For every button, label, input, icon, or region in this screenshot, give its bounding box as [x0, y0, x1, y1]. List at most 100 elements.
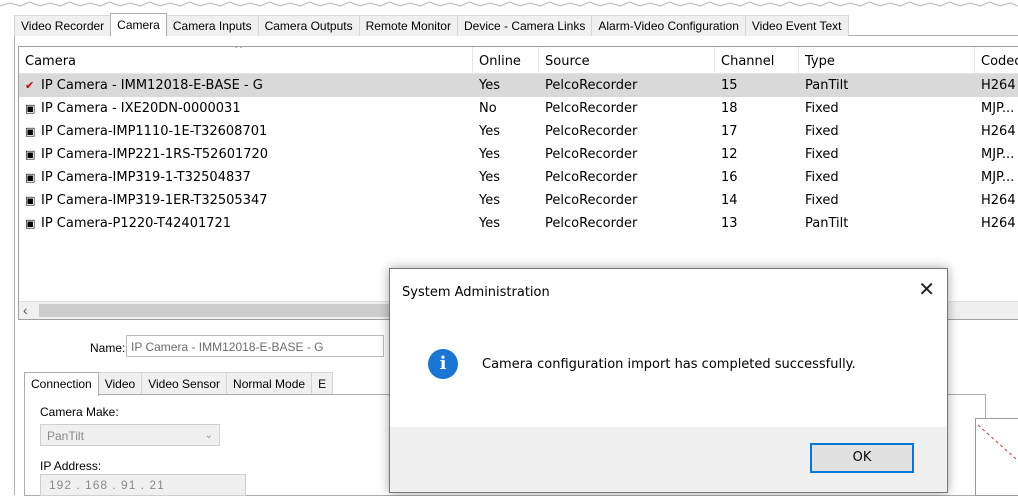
grid-header: Camera ^ Online Source Channel Type Code… [19, 47, 1018, 74]
sort-ascending-icon: ^ [234, 46, 244, 56]
grid-body: ✔ IP Camera - IMM12018-E-BASE - G Yes Pelco… [19, 74, 1018, 235]
table-cell-online: Yes [473, 189, 539, 212]
camera-icon: ▣ [25, 217, 36, 230]
table-cell-type: PanTilt [799, 212, 975, 235]
table-cell-type: Fixed [799, 97, 975, 120]
table-cell-camera: ▣ IP Camera - IXE20DN-0000031 [19, 97, 473, 120]
cell-text: PelcoRecorder [545, 78, 638, 93]
cell-text: 15 [721, 78, 738, 93]
tab-video-sensor[interactable]: Video Sensor [141, 372, 228, 394]
ip-address-field[interactable]: 192 . 168 . 91 . 21 [40, 474, 246, 496]
table-cell-type: Fixed [799, 189, 975, 212]
tab-camera-outputs[interactable]: Camera Outputs [257, 15, 360, 36]
table-row[interactable]: ▣ IP Camera-IMP221-1RS-T52601720 Yes PelcoR… [19, 143, 1018, 166]
cell-text: 16 [721, 170, 738, 185]
camera-icon: ▣ [25, 148, 36, 161]
table-row[interactable]: ▣ IP Camera-IMP319-1-T32504837 Yes PelcoRec… [19, 166, 1018, 189]
cell-text: Yes [479, 193, 500, 208]
ip-address-label: IP Address: [40, 459, 102, 473]
tab-connection[interactable]: Connection [24, 372, 99, 396]
table-row[interactable]: ▣ IP Camera-IMP1110-1E-T32608701 Yes PelcoR… [19, 120, 1018, 143]
tab-video-event-text[interactable]: Video Event Text [744, 15, 849, 36]
cell-text: 17 [721, 124, 738, 139]
cell-text: PanTilt [805, 216, 849, 231]
table-cell-camera: ▣ IP Camera-IMP1110-1E-T32608701 [19, 120, 473, 143]
tab-video-recorder[interactable]: Video Recorder [14, 15, 112, 36]
tab-camera-inputs[interactable]: Camera Inputs [165, 15, 259, 36]
checked-camera-icon: ✔ [25, 79, 35, 92]
tab-video[interactable]: Video [97, 372, 143, 394]
chevron-down-icon: ⌄ [204, 430, 213, 441]
cell-text: Yes [479, 124, 500, 139]
cell-text: MJP... [981, 101, 1015, 116]
camera-make-select[interactable]: PanTilt ⌄ [40, 424, 220, 446]
table-cell-source: PelcoRecorder [539, 120, 715, 143]
cell-text: PelcoRecorder [545, 193, 638, 208]
close-icon[interactable]: ✕ [918, 277, 935, 301]
column-header-source[interactable]: Source [539, 47, 715, 73]
ok-button[interactable]: OK [810, 443, 914, 473]
cell-text: PelcoRecorder [545, 101, 638, 116]
cell-text: Fixed [805, 193, 839, 208]
cell-text: PelcoRecorder [545, 124, 638, 139]
camera-icon: ▣ [25, 171, 36, 184]
table-cell-codec: H264 [975, 189, 1018, 212]
column-header-online[interactable]: Online [473, 47, 539, 73]
cell-text: IP Camera-P1220-T42401721 [41, 216, 232, 231]
cell-text: PelcoRecorder [545, 216, 638, 231]
name-field[interactable]: IP Camera - IMM12018-E-BASE - G [126, 335, 384, 357]
table-row[interactable]: ▣ IP Camera-P1220-T42401721 Yes PelcoRecord… [19, 212, 1018, 235]
table-cell-codec: H264 [975, 120, 1018, 143]
table-cell-codec: MJP... [975, 143, 1018, 166]
tab-device-camera-links[interactable]: Device - Camera Links [456, 15, 593, 36]
column-header-channel[interactable]: Channel [715, 47, 799, 73]
tab-normal-mode[interactable]: Normal Mode [226, 372, 313, 394]
scrollbar-thumb[interactable] [39, 304, 389, 317]
camera-icon: ▣ [25, 125, 36, 138]
table-row[interactable]: ✔ IP Camera - IMM12018-E-BASE - G Yes Pelco… [19, 74, 1018, 97]
cell-text: MJP... [981, 170, 1015, 185]
cell-text: Yes [479, 78, 500, 93]
tab-remote-monitor[interactable]: Remote Monitor [358, 15, 458, 36]
table-cell-online: Yes [473, 212, 539, 235]
table-row[interactable]: ▣ IP Camera-IMP319-1ER-T32505347 Yes PelcoR… [19, 189, 1018, 212]
column-header-codec[interactable]: Codec [975, 47, 1018, 73]
table-cell-channel: 15 [715, 74, 799, 97]
cell-text: Yes [479, 216, 500, 231]
cell-text: Fixed [805, 147, 839, 162]
torn-edge-top [0, 0, 1018, 10]
table-cell-channel: 16 [715, 166, 799, 189]
table-cell-camera: ▣ IP Camera-IMP319-1-T32504837 [19, 166, 473, 189]
cell-text: 18 [721, 101, 738, 116]
column-header-type[interactable]: Type [799, 47, 975, 73]
table-cell-channel: 18 [715, 97, 799, 120]
column-header-camera[interactable]: Camera [19, 47, 473, 73]
table-cell-online: Yes [473, 143, 539, 166]
table-cell-source: PelcoRecorder [539, 74, 715, 97]
table-cell-online: Yes [473, 74, 539, 97]
cell-text: H264 [981, 78, 1016, 93]
tab-camera[interactable]: Camera [110, 13, 167, 36]
table-cell-source: PelcoRecorder [539, 212, 715, 235]
cell-text: IP Camera-IMP319-1ER-T32505347 [41, 193, 268, 208]
cell-text: MJP... [981, 147, 1015, 162]
camera-make-label: Camera Make: [40, 405, 119, 419]
cell-text: 12 [721, 147, 738, 162]
table-cell-codec: H264 [975, 212, 1018, 235]
table-cell-codec: H264 [975, 74, 1018, 97]
table-row[interactable]: ▣ IP Camera - IXE20DN-0000031 No PelcoRecor… [19, 97, 1018, 120]
tab-truncated[interactable]: E [311, 372, 334, 394]
cell-text: 14 [721, 193, 738, 208]
camera-icon: ▣ [25, 102, 36, 115]
tab-alarm-video-configuration[interactable]: Alarm-Video Configuration [591, 15, 746, 36]
name-label: Name: [90, 341, 126, 355]
table-cell-codec: MJP... [975, 166, 1018, 189]
scroll-left-icon[interactable]: ‹ [23, 302, 28, 319]
table-cell-channel: 13 [715, 212, 799, 235]
cell-text: Fixed [805, 124, 839, 139]
cell-text: Fixed [805, 101, 839, 116]
cell-text: Fixed [805, 170, 839, 185]
table-cell-camera: ▣ IP Camera-IMP319-1ER-T32505347 [19, 189, 473, 212]
cell-text: PanTilt [805, 78, 849, 93]
table-cell-online: Yes [473, 120, 539, 143]
